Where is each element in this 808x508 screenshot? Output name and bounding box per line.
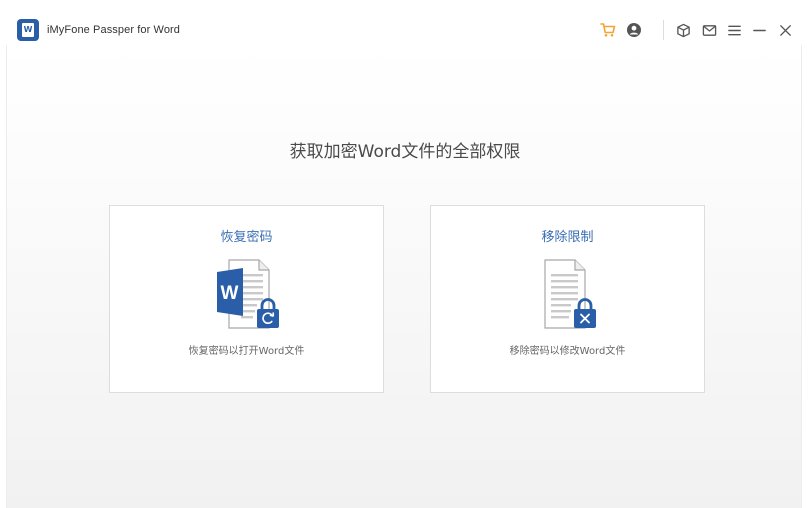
- mail-icon[interactable]: [699, 20, 719, 40]
- toolbar-separator: [663, 20, 664, 40]
- close-icon[interactable]: [775, 20, 795, 40]
- card-description: 移除密码以修改Word文件: [509, 346, 626, 357]
- card-title: 移除限制: [541, 230, 594, 245]
- app-logo-icon: W: [17, 19, 39, 41]
- doc-lock-remove-icon: [431, 258, 704, 330]
- card-title: 恢复密码: [220, 230, 273, 245]
- main-content: 获取加密Word文件的全部权限 恢复密码 W 恢复密码以打开Word文件 移除限…: [6, 45, 802, 508]
- recover-password-card[interactable]: 恢复密码 W 恢复密码以打开Word文件: [109, 205, 384, 393]
- card-description: 恢复密码以打开Word文件: [188, 346, 305, 357]
- remove-restrictions-card[interactable]: 移除限制 移除密码以修改Word文件: [430, 205, 705, 393]
- cart-icon[interactable]: [598, 20, 618, 40]
- app-logo-letter: W: [22, 23, 34, 37]
- app-window: W iMyFone Passper for Word 获取加密Word文件的全部…: [0, 0, 808, 508]
- box-icon[interactable]: [673, 20, 693, 40]
- word-doc-lock-refresh-icon: W: [110, 258, 383, 330]
- user-icon[interactable]: [624, 20, 644, 40]
- menu-icon[interactable]: [724, 20, 744, 40]
- svg-text:W: W: [220, 283, 238, 304]
- page-heading: 获取加密Word文件的全部权限: [289, 142, 521, 162]
- minimize-icon[interactable]: [749, 20, 769, 40]
- app-title: iMyFone Passper for Word: [47, 24, 181, 36]
